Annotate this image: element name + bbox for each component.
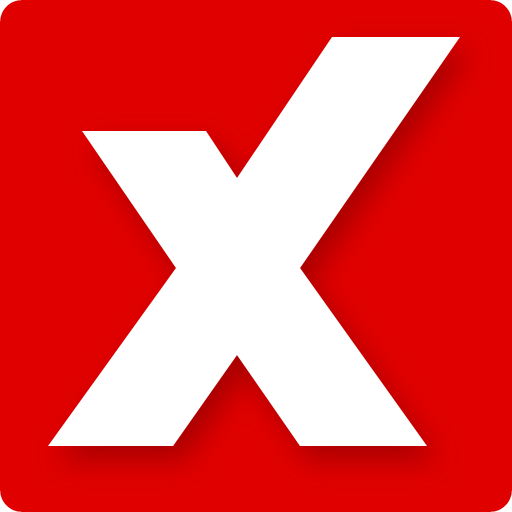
app-icon-graphic [0,0,512,512]
app-icon [0,0,512,512]
